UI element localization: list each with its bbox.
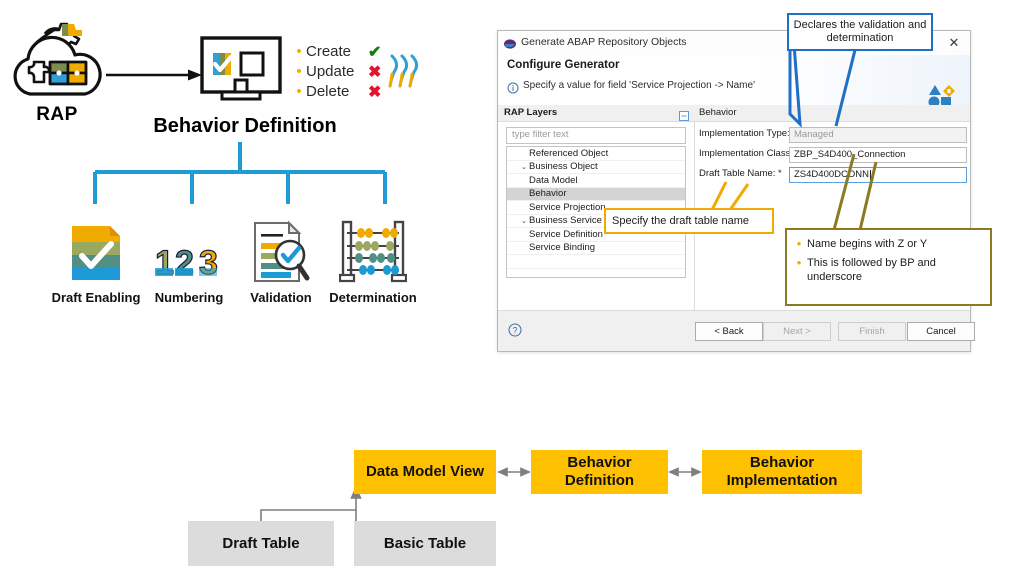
page-title: Behavior Definition [153,115,337,137]
svg-text:3: 3 [199,244,218,282]
cross-icon: ✖ [368,83,382,101]
tree-item-label: Behavior [529,188,567,200]
flow-box-label: Draft Table [222,534,300,552]
crud-label: Update [306,63,355,80]
rap-layers-title: RAP Layers [504,107,558,118]
flow-box-behavior-implementation: Behavior Implementation [702,450,862,494]
rap-label: RAP [36,104,78,125]
tree-item-label: Business Service [529,215,602,227]
flow-box-basic-table: Basic Table [354,521,496,566]
dialog-heading: Configure Generator [507,59,620,71]
monitor-screen-icon [200,36,282,110]
implementation-type-label: Implementation Type: [699,128,790,139]
search-placeholder: type filter text [512,129,569,140]
dialog-title: Generate ABAP Repository Objects [521,36,687,48]
implementation-class-label: Implementation Class: * [699,148,800,159]
tree-item-referenced-object[interactable]: Referenced Object [507,147,685,161]
tree-item-behavior[interactable]: Behavior [507,187,685,201]
info-icon [507,81,519,94]
crud-label: Create [306,43,352,60]
olive-callout-pointer [800,150,920,232]
next-button: Next > [763,322,831,341]
olive-callout: • Name begins with Z or Y • This is foll… [785,228,992,306]
tree-item-label: Service Definition [529,228,603,240]
bullet-icon: • [796,254,802,270]
yellow-callout-text: Specify the draft table name [612,215,749,227]
sap-logo-icon [504,37,516,49]
list-item: • This is followed by BP and underscore [791,254,988,285]
bullet-icon: • [796,236,802,251]
chevron-down-icon[interactable]: ⌄ [519,217,529,225]
abacus-icon [317,218,429,284]
bullet-icon: • [296,62,302,80]
svg-text:?: ? [512,326,517,336]
dialog-footer: ? < Back Next > Finish Cancel [498,310,975,351]
tree-empty-row [507,269,685,278]
yellow-callout: Specify the draft table name [604,208,774,234]
rap-cloud-puzzle-gear-icon [8,12,104,104]
svg-text:2: 2 [175,244,194,282]
flow-box-label: Behavior Definition [564,454,635,489]
tree-item-business-object[interactable]: ⌄ Business Object [507,161,685,174]
flow-box-label: Data Model View [365,463,485,480]
list-item: • Name begins with Z or Y [791,236,988,252]
tree-item-label: Business Object [529,161,598,173]
svg-text:1: 1 [155,244,174,282]
tree-item-data-model[interactable]: Data Model [507,174,685,188]
crud-label: Delete [306,83,350,100]
draft-table-name-label: Draft Table Name: * [699,168,782,179]
olive-callout-item: Name begins with Z or Y [807,238,928,250]
help-question-icon[interactable]: ? [508,323,522,337]
tree-empty-row [507,255,685,269]
tree-item-label: Service Binding [529,242,596,254]
tree-item-service-binding[interactable]: Service Binding [507,242,685,255]
bullet-icon: • [296,82,302,100]
flow-box-draft-table: Draft Table [188,521,334,566]
blue-callout-text: Declares the validation and determinatio… [793,19,927,44]
cross-icon: ✖ [368,63,382,81]
tree-item-label: Service Projection [529,201,606,213]
blue-callout-pointer [780,43,955,132]
dialog-message: Specify a value for field 'Service Proje… [523,80,755,91]
tree-item-label: Referenced Object [529,147,609,159]
tree-item-label: Data Model [529,174,578,186]
sap-swoosh-icon [388,52,424,92]
search-input[interactable]: type filter text [506,127,686,144]
leaf-determination: Determination [317,218,429,305]
tree-connector-lines [55,142,425,218]
flow-box-behavior-definition: Behavior Definition [531,450,668,494]
collapse-all-icon[interactable] [679,108,689,121]
check-icon: ✔ [368,43,382,61]
flow-box-label: Basic Table [383,534,467,552]
chevron-down-icon[interactable]: ⌄ [519,163,529,171]
behavior-pane-title: Behavior [699,107,737,118]
bullet-icon: • [296,42,302,60]
back-button[interactable]: < Back [695,322,763,341]
right-arrow-icon [106,68,202,82]
finish-button: Finish [838,322,906,341]
cancel-button[interactable]: Cancel [907,322,975,341]
blue-callout: Declares the validation and determinatio… [787,13,933,51]
flow-box-data-model-view: Data Model View [354,450,496,494]
flow-box-label: Behavior Implementation [726,454,838,489]
leaf-label: Determination [329,290,417,305]
olive-callout-item: This is followed by BP and underscore [807,256,936,283]
